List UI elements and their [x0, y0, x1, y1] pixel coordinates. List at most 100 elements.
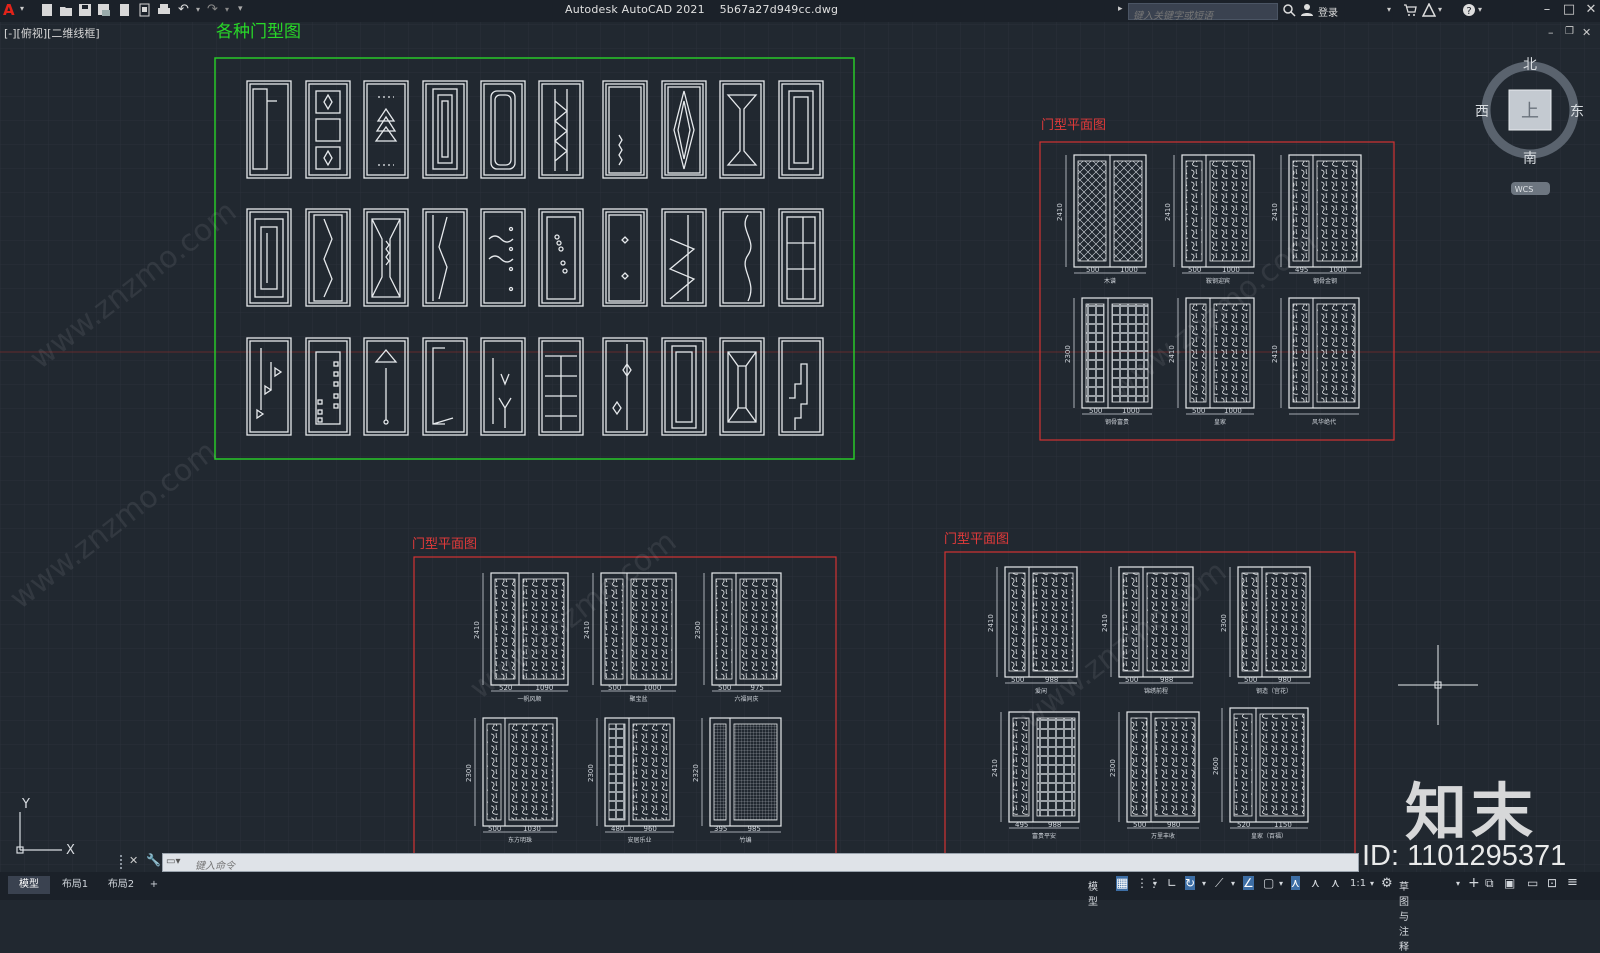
door-caption: 万里丰收	[1151, 832, 1175, 840]
osnap-dropdown-icon[interactable]: ▾	[1279, 879, 1283, 888]
height-dimension: 2300	[1220, 614, 1228, 632]
osnap-icon[interactable]: ▢	[1263, 876, 1274, 890]
print-icon[interactable]	[157, 3, 171, 17]
search-expand-icon[interactable]: ▸	[1118, 4, 1123, 14]
units-icon[interactable]: ⧉	[1485, 876, 1494, 891]
annotation-scale-icon[interactable]: ⋏	[1331, 876, 1340, 890]
workspace-switch[interactable]: 草图与注释	[1399, 878, 1409, 953]
annotation-visibility-icon[interactable]: ⋏	[1291, 876, 1300, 890]
help-icon[interactable]: ?	[1462, 3, 1476, 17]
ucs-x-label: X	[66, 843, 75, 858]
customize-qat-icon[interactable]: ▾	[238, 4, 243, 14]
autodesk-app-icon[interactable]	[1422, 3, 1436, 17]
auto-scale-icon[interactable]: ⋏	[1311, 876, 1320, 890]
add-layout-button[interactable]: +	[146, 876, 162, 894]
apps-dropdown-icon[interactable]: ▾	[1438, 5, 1442, 14]
new-file-icon[interactable]	[40, 3, 54, 17]
width-dimension: 988	[1160, 676, 1173, 684]
quick-properties-icon[interactable]: ▣	[1504, 876, 1515, 890]
plan-title-2: 门型平面图	[412, 537, 477, 552]
door-caption: 聚宝盆	[629, 695, 647, 703]
cmdline-recent-icon[interactable]: ▭▾	[166, 856, 180, 867]
undo-dropdown-icon[interactable]: ▾	[196, 5, 200, 14]
width-dimension: 500	[1244, 676, 1257, 684]
height-dimension: 2410	[1271, 345, 1279, 363]
viewport-controls-label[interactable]: [-][俯视][二维线框]	[4, 25, 100, 41]
cmdline-close-icon[interactable]: ✕	[129, 854, 138, 867]
plan-title-1: 门型平面图	[1041, 118, 1106, 133]
door-caption: 安居乐业	[627, 836, 651, 844]
window-title: Autodesk AutoCAD 2021 5b67a27d949cc.dwg	[565, 3, 838, 16]
tab-layout1[interactable]: 布局1	[54, 876, 96, 894]
annotation-monitor-icon[interactable]: +	[1468, 875, 1480, 891]
viewcube-top-label: 上	[1521, 101, 1539, 122]
publish-icon[interactable]	[118, 3, 132, 17]
tab-model[interactable]: 模型	[8, 876, 50, 894]
redo-icon[interactable]: ↷	[207, 2, 218, 17]
iso-dropdown-icon[interactable]: ▾	[1231, 879, 1235, 888]
annotation-scale-value[interactable]: 1:1	[1350, 878, 1366, 889]
user-icon[interactable]	[1300, 3, 1314, 17]
close-button[interactable]: ✕	[1582, 2, 1600, 18]
model-space-button[interactable]: 模型	[1088, 878, 1098, 908]
osnap-tracking-icon[interactable]: ∠	[1243, 876, 1254, 890]
customization-menu-icon[interactable]: ≡	[1567, 875, 1578, 890]
height-dimension: 2600	[1212, 757, 1220, 775]
app-name: Autodesk AutoCAD 2021	[565, 3, 705, 16]
compass-west[interactable]: 西	[1475, 104, 1489, 120]
door-caption: 竹编	[739, 836, 751, 844]
cmdline-settings-icon[interactable]: 🔧	[146, 853, 161, 867]
command-line[interactable]: ▭▾	[162, 853, 1359, 875]
minimize-button[interactable]: –	[1538, 2, 1556, 18]
app-logo-icon[interactable]: A	[3, 1, 15, 19]
width-dimension: 1000	[1329, 266, 1347, 274]
login-link[interactable]: 登录	[1318, 4, 1338, 19]
save-as-icon[interactable]	[97, 3, 111, 17]
app-menu-chevron-icon[interactable]: ▾	[20, 4, 24, 13]
login-dropdown-icon[interactable]: ▾	[1387, 5, 1391, 14]
redo-dropdown-icon[interactable]: ▾	[225, 5, 229, 14]
undo-icon[interactable]: ↶	[178, 2, 189, 17]
iso-draft-icon[interactable]: ⟋	[1215, 876, 1223, 891]
doc-minimize-button[interactable]: –	[1548, 26, 1554, 39]
scale-dropdown-icon[interactable]: ▾	[1370, 879, 1374, 888]
grid-display-icon[interactable]: ▦	[1116, 876, 1129, 891]
door-caption: 六福同庆	[734, 695, 758, 703]
width-dimension: 500	[718, 684, 731, 692]
search-icon[interactable]	[1282, 3, 1296, 17]
cmdline-grip[interactable]	[120, 855, 127, 869]
width-dimension: 975	[751, 684, 764, 692]
help-dropdown-icon[interactable]: ▾	[1478, 5, 1482, 14]
height-dimension: 2410	[987, 614, 995, 632]
polar-tracking-icon[interactable]: ↻	[1185, 876, 1196, 890]
door-caption: 锦绣前程	[1144, 687, 1168, 695]
doc-close-button[interactable]: ✕	[1582, 26, 1591, 39]
compass-south[interactable]: 南	[1523, 151, 1537, 167]
ortho-icon[interactable]: ∟	[1167, 876, 1177, 890]
compass-east[interactable]: 东	[1570, 104, 1584, 120]
doc-restore-button[interactable]: ❐	[1565, 26, 1574, 37]
workspace-gear-icon[interactable]: ⚙	[1381, 876, 1393, 891]
width-dimension: 985	[748, 825, 761, 833]
open-folder-icon[interactable]	[59, 3, 73, 17]
drawing-canvas[interactable]: 各种门型图 门型平面图 2410500 1000木谱2410500 1000鞍钢迎宾…	[0, 22, 1600, 872]
width-dimension: 500	[1192, 407, 1205, 415]
snap-dropdown-icon[interactable]: ▾	[1153, 879, 1157, 888]
maximize-button[interactable]: □	[1560, 2, 1578, 18]
compass-north[interactable]: 北	[1523, 57, 1537, 73]
tab-layout2[interactable]: 布局2	[100, 876, 142, 894]
cart-icon[interactable]	[1403, 3, 1417, 17]
fullscreen-icon[interactable]: ⊡	[1547, 876, 1557, 890]
width-dimension: 1000	[1224, 407, 1242, 415]
save-icon[interactable]	[78, 3, 92, 17]
width-dimension: 1000	[644, 684, 662, 692]
help-search-box[interactable]	[1128, 3, 1278, 24]
width-dimension: 520	[1237, 821, 1250, 829]
polar-dropdown-icon[interactable]: ▾	[1202, 879, 1206, 888]
isolate-objects-icon[interactable]: ▭	[1527, 876, 1538, 890]
workspace-dropdown-icon[interactable]: ▾	[1456, 879, 1460, 888]
width-dimension: 988	[1048, 821, 1061, 829]
door-caption: 富贵平安	[1032, 832, 1056, 840]
height-dimension: 2300	[587, 764, 595, 782]
plot-preview-icon[interactable]	[138, 3, 152, 17]
